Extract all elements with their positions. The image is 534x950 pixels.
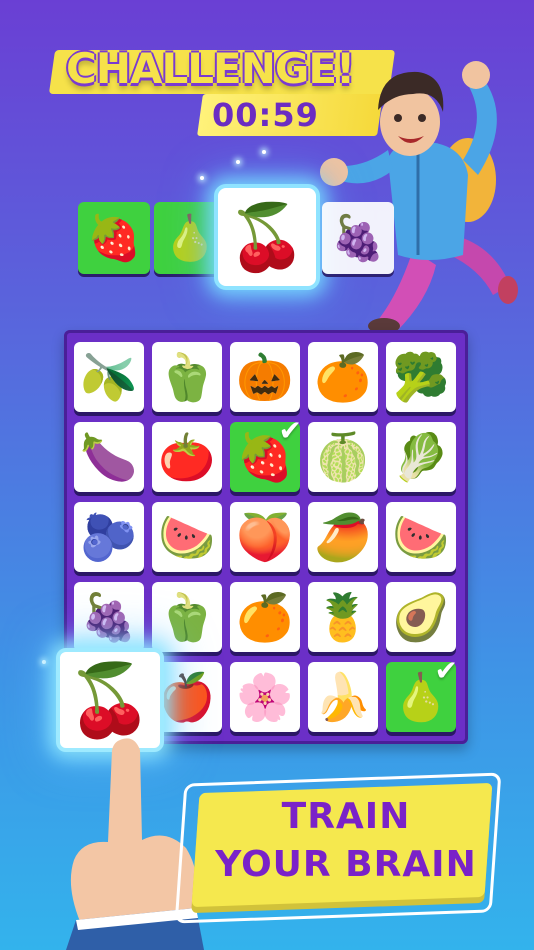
pineapple-icon: 🍍 xyxy=(314,589,372,644)
board-tile-r1-c5[interactable]: 🥦 xyxy=(386,342,456,412)
board-tile-r2-c5[interactable]: 🥬 xyxy=(386,422,456,492)
board-tile-r1-c1[interactable]: 🫒 xyxy=(74,342,144,412)
checkmark-icon: ✔ xyxy=(278,414,302,447)
avocado-icon: 🥑 xyxy=(392,589,450,644)
pear-icon: 🍐 xyxy=(162,213,218,264)
board-tile-r1-c4[interactable]: 🍊 xyxy=(308,342,378,412)
grapefruit-icon: 🍊 xyxy=(236,589,294,644)
tomato-icon: 🍅 xyxy=(158,429,216,484)
cheering-boy-illustration xyxy=(320,61,518,334)
board-tile-r4-c2[interactable]: 🫑 xyxy=(152,582,222,652)
board-tile-r5-c4[interactable]: 🍌 xyxy=(308,662,378,732)
orange-icon: 🍊 xyxy=(314,349,372,404)
board-tile-r4-c5[interactable]: 🥑 xyxy=(386,582,456,652)
cta-line-1: TRAIN xyxy=(281,796,411,837)
mango-icon: 🥭 xyxy=(314,509,372,564)
board-tile-r2-c4[interactable]: 🍈 xyxy=(308,422,378,492)
dragon-fruit-icon: 🌸 xyxy=(236,669,294,724)
tray-slot-3-highlighted[interactable]: 🍒 xyxy=(214,184,320,290)
tray-slot-1[interactable]: 🍓 xyxy=(78,202,150,274)
sparkle xyxy=(42,660,46,664)
watermelon-slice-icon: 🍉 xyxy=(158,509,216,564)
sparkle xyxy=(200,176,204,180)
board-tile-r1-c3[interactable]: 🎃 xyxy=(230,342,300,412)
red-pepper-icon: 🫑 xyxy=(158,349,216,404)
board-tile-r3-c1[interactable]: 🫐 xyxy=(74,502,144,572)
pumpkin-icon: 🎃 xyxy=(236,349,294,404)
grapes-icon: 🍇 xyxy=(80,589,138,644)
board-tile-r5-c3[interactable]: 🌸 xyxy=(230,662,300,732)
cherries-icon: 🍒 xyxy=(227,200,307,275)
board-tile-r2-c2[interactable]: 🍅 xyxy=(152,422,222,492)
board-tile-r4-c3[interactable]: 🍊 xyxy=(230,582,300,652)
tray-slot-4[interactable]: 🍇 xyxy=(322,202,394,274)
plum-icon: 🫐 xyxy=(80,509,138,564)
watermelon-icon: 🍉 xyxy=(392,509,450,564)
apple-icon: 🍎 xyxy=(158,669,216,724)
sparkle xyxy=(236,160,240,164)
cta-line-2: YOUR BRAIN xyxy=(215,844,477,885)
grapes-icon: 🍇 xyxy=(330,213,386,264)
fig-icon: 🫒 xyxy=(80,349,138,404)
artichoke-icon: 🥬 xyxy=(392,429,450,484)
eggplant-icon: 🍆 xyxy=(80,429,138,484)
board-tile-r5-c5[interactable]: 🍐 ✔ xyxy=(386,654,458,732)
board-tile-r3-c2[interactable]: 🍉 xyxy=(152,502,222,572)
peach-icon: 🍑 xyxy=(236,509,294,564)
banana-icon: 🍌 xyxy=(314,669,372,724)
board-tile-r3-c4[interactable]: 🥭 xyxy=(308,502,378,572)
broccoli-icon: 🥦 xyxy=(392,349,450,404)
board-tile-r3-c5[interactable]: 🍉 xyxy=(386,502,456,572)
board-tile-r4-c1[interactable]: 🍇 xyxy=(74,582,144,652)
board-tile-r2-c3[interactable]: 🍓 ✔ xyxy=(230,414,302,492)
board-tile-r2-c1[interactable]: 🍆 xyxy=(74,422,144,492)
game-screen: CHALLENGE! 00:59 🍓 🍐 🍒 🍇 🫒 🫑 🎃 🍊 🥦 🍆 🍅 🍓… xyxy=(0,0,534,950)
board-tile-r3-c3[interactable]: 🍑 xyxy=(230,502,300,572)
checkmark-icon: ✔ xyxy=(434,654,458,687)
board-tile-r1-c2[interactable]: 🫑 xyxy=(152,342,222,412)
board-tile-r4-c4[interactable]: 🍍 xyxy=(308,582,378,652)
strawberry-icon: 🍓 xyxy=(86,213,142,264)
bell-pepper-icon: 🫑 xyxy=(158,589,216,644)
melon-icon: 🍈 xyxy=(314,429,372,484)
sparkle xyxy=(262,150,266,154)
